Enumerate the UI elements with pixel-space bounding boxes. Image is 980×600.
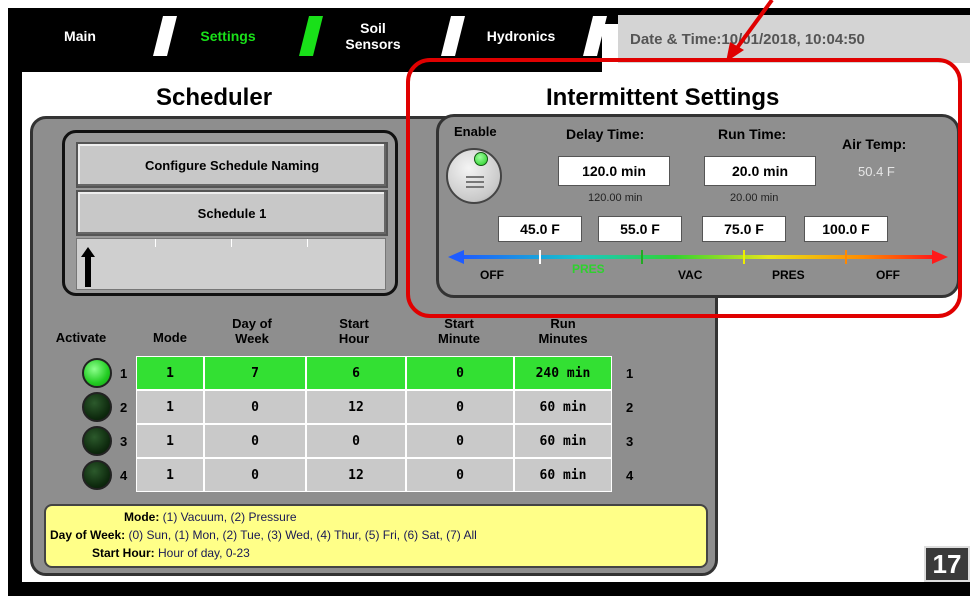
header-start-hour: Start Hour — [338, 316, 370, 346]
cell-mode[interactable]: 1 — [136, 458, 204, 492]
tab-hydronics[interactable]: Hydronics — [466, 16, 576, 56]
tab-settings[interactable]: Settings — [184, 16, 272, 56]
scheduler-legend: Mode: (1) Vacuum, (2) Pressure Day of We… — [44, 504, 708, 568]
tab-soil-sensors[interactable]: Soil Sensors — [330, 16, 416, 56]
slider-tick — [231, 239, 232, 247]
schedule-slider[interactable] — [76, 238, 386, 290]
cell-run-minutes[interactable]: 60 min — [514, 458, 612, 492]
cell-run-minutes[interactable]: 240 min — [514, 356, 612, 390]
header-day-of-week: Day of Week — [232, 316, 272, 346]
legend-mode-key: Mode: — [124, 510, 160, 524]
legend-hour-key: Start Hour: — [92, 546, 155, 560]
tab-settings-label: Settings — [200, 28, 256, 44]
cell-start-hour[interactable]: 6 — [306, 356, 406, 390]
cell-day-of-week[interactable]: 0 — [204, 424, 306, 458]
page-number-badge: 17 — [924, 546, 970, 582]
cell-start-hour[interactable]: 12 — [306, 458, 406, 492]
legend-dow-key: Day of Week: — [50, 528, 126, 542]
legend-dow-value: (0) Sun, (1) Mon, (2) Tue, (3) Wed, (4) … — [128, 528, 477, 542]
row-number: 3 — [120, 434, 128, 449]
header-start-minute: Start Minute — [438, 316, 480, 346]
cell-mode[interactable]: 1 — [136, 424, 204, 458]
legend-mode: Mode: (1) Vacuum, (2) Pressure — [124, 510, 297, 524]
legend-mode-value: (1) Vacuum, (2) Pressure — [162, 510, 297, 524]
row-number: 4 — [120, 468, 128, 483]
cell-mode[interactable]: 1 — [136, 390, 204, 424]
annotation-highlight-box — [406, 58, 962, 318]
row-number-right: 3 — [626, 434, 634, 449]
tab-main[interactable]: Main — [40, 16, 120, 56]
header-mode: Mode — [153, 330, 187, 345]
row-number-right: 2 — [626, 400, 634, 415]
cell-start-minute[interactable]: 0 — [406, 390, 514, 424]
legend-hour-value: Hour of day, 0-23 — [158, 546, 250, 560]
slider-tick — [307, 239, 308, 247]
header-activate: Activate — [55, 330, 107, 345]
datetime-display: Date & Time:10/01/2018, 10:04:50 — [618, 15, 970, 63]
cell-mode[interactable]: 1 — [136, 356, 204, 390]
activate-indicator-4[interactable] — [82, 460, 112, 490]
cell-start-hour[interactable]: 12 — [306, 390, 406, 424]
slider-thumb-arrow-icon[interactable] — [81, 247, 95, 287]
cell-run-minutes[interactable]: 60 min — [514, 424, 612, 458]
cell-start-minute[interactable]: 0 — [406, 356, 514, 390]
cell-start-minute[interactable]: 0 — [406, 458, 514, 492]
cell-day-of-week[interactable]: 7 — [204, 356, 306, 390]
row-number: 1 — [120, 366, 128, 381]
tab-soil-sensors-label: Soil Sensors — [345, 20, 401, 52]
cell-run-minutes[interactable]: 60 min — [514, 390, 612, 424]
activate-indicator-2[interactable] — [82, 392, 112, 422]
tab-hydronics-label: Hydronics — [486, 28, 556, 44]
row-number-right: 1 — [626, 366, 634, 381]
row-number: 2 — [120, 400, 128, 415]
cell-start-minute[interactable]: 0 — [406, 424, 514, 458]
header-run-minutes: Run Minutes — [538, 316, 588, 346]
activate-indicator-1[interactable] — [82, 358, 112, 388]
configure-schedule-naming-button[interactable]: Configure Schedule Naming — [76, 142, 388, 188]
schedule-name-button[interactable]: Schedule 1 — [76, 190, 388, 236]
tab-main-label: Main — [64, 28, 96, 44]
row-number-right: 4 — [626, 468, 634, 483]
activate-indicator-3[interactable] — [82, 426, 112, 456]
slider-tick — [155, 239, 156, 247]
cell-day-of-week[interactable]: 0 — [204, 458, 306, 492]
legend-day-of-week: Day of Week: (0) Sun, (1) Mon, (2) Tue, … — [50, 528, 477, 542]
cell-day-of-week[interactable]: 0 — [204, 390, 306, 424]
cell-start-hour[interactable]: 0 — [306, 424, 406, 458]
legend-start-hour: Start Hour: Hour of day, 0-23 — [92, 546, 250, 560]
scheduler-title: Scheduler — [156, 84, 273, 111]
